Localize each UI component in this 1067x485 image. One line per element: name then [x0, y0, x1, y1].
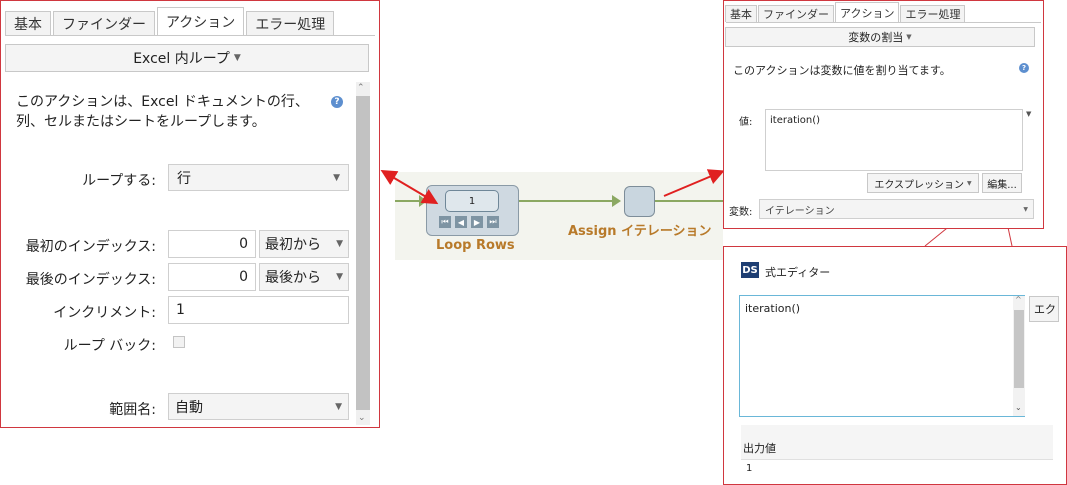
expression-editor-title: 式エディター: [765, 266, 831, 279]
value-label: 値:: [739, 117, 753, 128]
output-field: [741, 459, 1053, 479]
output-label: 出力値: [743, 442, 776, 455]
tab-basic[interactable]: 基本: [725, 5, 757, 22]
tab-divider: [726, 22, 1041, 23]
chevron-down-icon[interactable]: ▼: [1026, 110, 1031, 118]
arrow-to-right-panel: [663, 169, 725, 197]
expression-side-button[interactable]: エク: [1029, 296, 1059, 322]
expression-textarea[interactable]: iteration(): [739, 295, 1025, 417]
expression-button-label: エクスプレッション: [874, 179, 965, 191]
tab-bar: 基本 ファインダー アクション エラー処理: [725, 2, 966, 22]
output-area: [741, 425, 1053, 459]
edit-button[interactable]: 編集...: [982, 173, 1022, 193]
value-textarea[interactable]: iteration(): [765, 109, 1023, 171]
expression-text: iteration(): [745, 302, 801, 315]
scrollbar-thumb[interactable]: [1014, 310, 1024, 388]
chevron-up-icon[interactable]: ^: [1015, 295, 1022, 304]
tab-error-handling[interactable]: エラー処理: [900, 5, 966, 22]
arrow-to-left-panel: [380, 169, 439, 205]
ds-logo-icon: DS: [741, 262, 759, 278]
output-value: 1: [746, 463, 753, 474]
chevron-down-icon: ▼: [967, 179, 972, 187]
tab-finder[interactable]: ファインダー: [758, 5, 834, 22]
chevron-down-icon[interactable]: ⌄: [1015, 403, 1022, 412]
help-icon[interactable]: ?: [1019, 63, 1029, 73]
variable-label: 変数:: [729, 207, 753, 218]
chevron-down-icon: ▼: [906, 33, 912, 41]
tab-action[interactable]: アクション: [835, 2, 900, 22]
assign-action-label: 変数の割当: [848, 31, 904, 44]
assign-description: このアクションは変数に値を割り当てます。: [733, 64, 951, 77]
variable-select[interactable]: イテレーション ▼: [759, 199, 1034, 219]
assign-action-selector[interactable]: 変数の割当 ▼: [725, 27, 1035, 47]
expression-button[interactable]: エクスプレッション ▼: [867, 173, 979, 193]
chevron-down-icon: ▼: [1023, 205, 1028, 213]
variable-select-value: イテレーション: [765, 205, 835, 217]
